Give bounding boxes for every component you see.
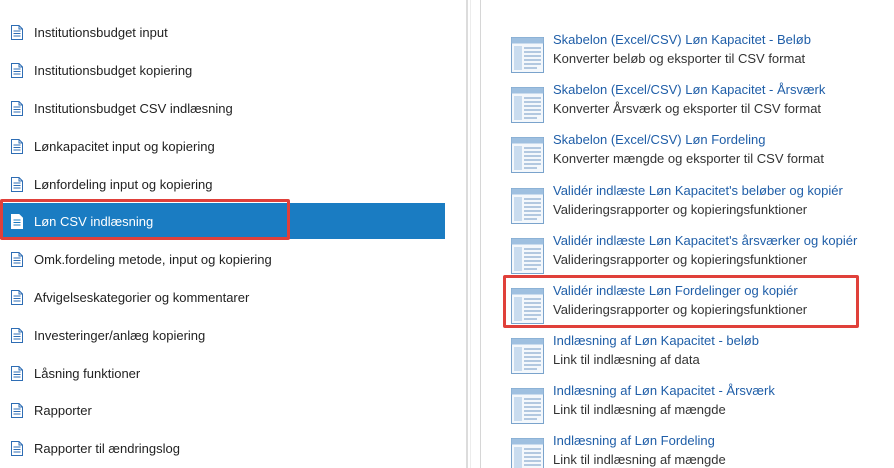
right-panel: Skabelon (Excel/CSV) Løn Kapacitet - Bel…: [480, 0, 894, 468]
menu-item-label: Afvigelseskategorier og kommentarer: [34, 289, 250, 305]
menu-item[interactable]: Institutionsbudget CSV indlæsning: [0, 90, 445, 126]
spreadsheet-template-icon: [511, 238, 544, 274]
spreadsheet-template-icon: [511, 388, 544, 424]
template-item[interactable]: Skabelon (Excel/CSV) Løn Fordeling Konver…: [511, 132, 894, 182]
spreadsheet-template-icon: [511, 338, 544, 374]
template-item[interactable]: Validér indlæste Løn Kapacitet's årsværk…: [511, 233, 894, 283]
document-icon: [11, 289, 23, 305]
template-item[interactable]: Validér indlæste Løn Fordelinger og kopi…: [511, 283, 894, 333]
menu-item-label: Institutionsbudget input: [34, 24, 168, 40]
spreadsheet-template-icon: [511, 37, 544, 73]
menu-item-label: Institutionsbudget kopiering: [34, 62, 193, 78]
menu-item[interactable]: Lønkapacitet input og kopiering: [0, 128, 445, 164]
menu-item[interactable]: Løn CSV indlæsning: [0, 203, 445, 239]
template-description: Valideringsrapporter og kopieringsfunkti…: [553, 302, 808, 317]
document-icon: [11, 440, 23, 456]
template-description: Link til indlæsning af mængde: [553, 452, 726, 467]
menu-item-label: Lønkapacitet input og kopiering: [34, 138, 215, 154]
template-item[interactable]: Validér indlæste Løn Kapacitet's beløber…: [511, 183, 894, 233]
template-description: Konverter beløb og eksporter til CSV for…: [553, 51, 806, 66]
template-title-link[interactable]: Skabelon (Excel/CSV) Løn Kapacitet - Års…: [553, 82, 825, 97]
menu-item[interactable]: Institutionsbudget kopiering: [0, 52, 445, 88]
document-icon: [11, 251, 23, 267]
template-description: Konverter mængde og eksporter til CSV fo…: [553, 151, 824, 166]
template-item[interactable]: Skabelon (Excel/CSV) Løn Kapacitet - Års…: [511, 82, 894, 132]
document-icon: [11, 138, 23, 154]
menu-item-label: Rapporter til ændringslog: [34, 440, 180, 456]
menu-item-label: Løn CSV indlæsning: [34, 213, 154, 229]
spreadsheet-template-icon: [511, 87, 544, 123]
template-title-link[interactable]: Indlæsning af Løn Kapacitet - beløb: [553, 333, 759, 348]
template-title-link[interactable]: Validér indlæste Løn Kapacitet's årsværk…: [553, 233, 857, 248]
template-description: Konverter Årsværk og eksporter til CSV f…: [553, 101, 822, 116]
menu-item-label: Låsning funktioner: [34, 365, 141, 381]
template-description: Valideringsrapporter og kopieringsfunkti…: [553, 252, 808, 267]
menu-item[interactable]: Lønfordeling input og kopiering: [0, 166, 445, 202]
menu-item-label: Rapporter: [34, 402, 92, 418]
template-item[interactable]: Skabelon (Excel/CSV) Løn Kapacitet - Bel…: [511, 32, 894, 82]
spreadsheet-template-icon: [511, 188, 544, 224]
menu-item-label: Institutionsbudget CSV indlæsning: [34, 100, 233, 116]
menu-item[interactable]: Rapporter til ændringslog: [0, 430, 445, 466]
document-icon: [11, 100, 23, 116]
menu-item[interactable]: Rapporter: [0, 392, 445, 428]
template-title-link[interactable]: Skabelon (Excel/CSV) Løn Kapacitet - Bel…: [553, 32, 811, 47]
panel-divider: [466, 0, 468, 468]
template-item[interactable]: Indlæsning af Løn Kapacitet - beløb Link …: [511, 333, 894, 383]
spreadsheet-template-icon: [511, 288, 544, 324]
document-icon: [11, 213, 23, 229]
template-title-link[interactable]: Indlæsning af Løn Kapacitet - Årsværk: [553, 383, 775, 398]
menu-item[interactable]: Omk.fordeling metode, input og kopiering: [0, 241, 445, 277]
template-title-link[interactable]: Indlæsning af Løn Fordeling: [553, 433, 715, 448]
menu-item-label: Lønfordeling input og kopiering: [34, 176, 213, 192]
document-icon: [11, 365, 23, 381]
template-title-link[interactable]: Validér indlæste Løn Fordelinger og kopi…: [553, 283, 798, 298]
menu-item-label: Investeringer/anlæg kopiering: [34, 327, 206, 343]
menu-item[interactable]: Institutionsbudget input: [0, 14, 445, 50]
document-icon: [11, 24, 23, 40]
left-menu: Institutionsbudget input Institutionsbudg…: [0, 0, 445, 468]
menu-item[interactable]: Afvigelseskategorier og kommentarer: [0, 279, 445, 315]
template-item[interactable]: Indlæsning af Løn Fordeling Link til indl…: [511, 433, 894, 468]
template-description: Valideringsrapporter og kopieringsfunkti…: [553, 202, 808, 217]
spreadsheet-template-icon: [511, 137, 544, 173]
document-icon: [11, 402, 23, 418]
template-description: Link til indlæsning af data: [553, 352, 700, 367]
menu-item[interactable]: Låsning funktioner: [0, 355, 445, 391]
menu-item[interactable]: Investeringer/anlæg kopiering: [0, 317, 445, 353]
document-icon: [11, 62, 23, 78]
panel-divider-shadow: [470, 0, 471, 468]
template-item[interactable]: Indlæsning af Løn Kapacitet - Årsværk Lin…: [511, 383, 894, 433]
document-icon: [11, 176, 23, 192]
template-title-link[interactable]: Skabelon (Excel/CSV) Løn Fordeling: [553, 132, 765, 147]
spreadsheet-template-icon: [511, 438, 544, 468]
template-description: Link til indlæsning af mængde: [553, 402, 726, 417]
document-icon: [11, 327, 23, 343]
template-title-link[interactable]: Validér indlæste Løn Kapacitet's beløber…: [553, 183, 843, 198]
menu-item-label: Omk.fordeling metode, input og kopiering: [34, 251, 272, 267]
